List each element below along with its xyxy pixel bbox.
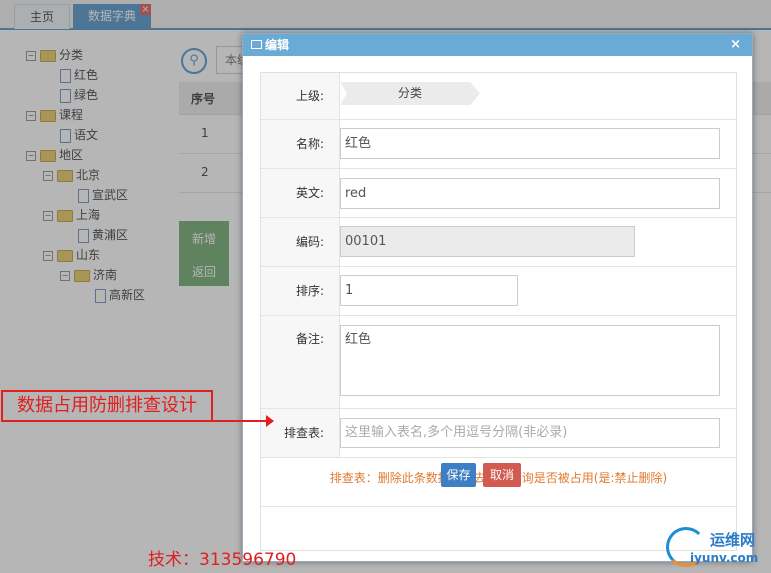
watermark-logo: 运维网 iyunv.com	[666, 527, 770, 571]
cancel-button[interactable]: 取消	[483, 463, 521, 487]
name-label: 名称:	[261, 120, 340, 168]
dialog-title: 编辑	[265, 38, 290, 52]
english-input[interactable]: red	[340, 178, 720, 209]
logo-url: iyunv.com	[690, 551, 759, 565]
code-label: 编码:	[261, 218, 340, 266]
arrow-right-icon	[266, 415, 274, 427]
order-input[interactable]: 1	[340, 275, 518, 306]
contact-text: 技术：313596790	[148, 550, 297, 570]
row-order: 排序: 1	[261, 267, 736, 316]
row-english: 英文: red	[261, 169, 736, 218]
remark-textarea[interactable]: 红色	[340, 325, 720, 396]
parent-label: 上级:	[261, 73, 340, 119]
english-label: 英文:	[261, 169, 340, 217]
annotation-callout: 数据占用防删排查设计	[1, 390, 213, 422]
parent-breadcrumb: 分类	[340, 82, 480, 105]
name-input[interactable]: 红色	[340, 128, 720, 159]
code-input: 00101	[340, 226, 635, 257]
edit-dialog: 编辑 × 上级: 分类 名称: 红色 英文: red 编码: 00101 排序:…	[242, 33, 753, 562]
save-button[interactable]: 保存	[441, 463, 476, 487]
row-check-table: 排查表: 这里输入表名,多个用逗号分隔(非必录)	[261, 409, 736, 458]
annotation-arrow-line	[213, 420, 268, 422]
row-parent: 上级: 分类	[261, 73, 736, 120]
row-remark: 备注: 红色	[261, 316, 736, 409]
close-icon[interactable]: ×	[730, 34, 741, 56]
row-code: 编码: 00101	[261, 218, 736, 267]
order-label: 排序:	[261, 267, 340, 315]
row-buttons	[261, 507, 736, 550]
row-name: 名称: 红色	[261, 120, 736, 169]
edit-icon	[251, 40, 262, 49]
check-table-input[interactable]: 这里输入表名,多个用逗号分隔(非必录)	[340, 418, 720, 448]
remark-label: 备注:	[261, 316, 340, 408]
logo-name: 运维网	[710, 531, 756, 549]
dialog-title-bar: 编辑 ×	[243, 34, 752, 56]
